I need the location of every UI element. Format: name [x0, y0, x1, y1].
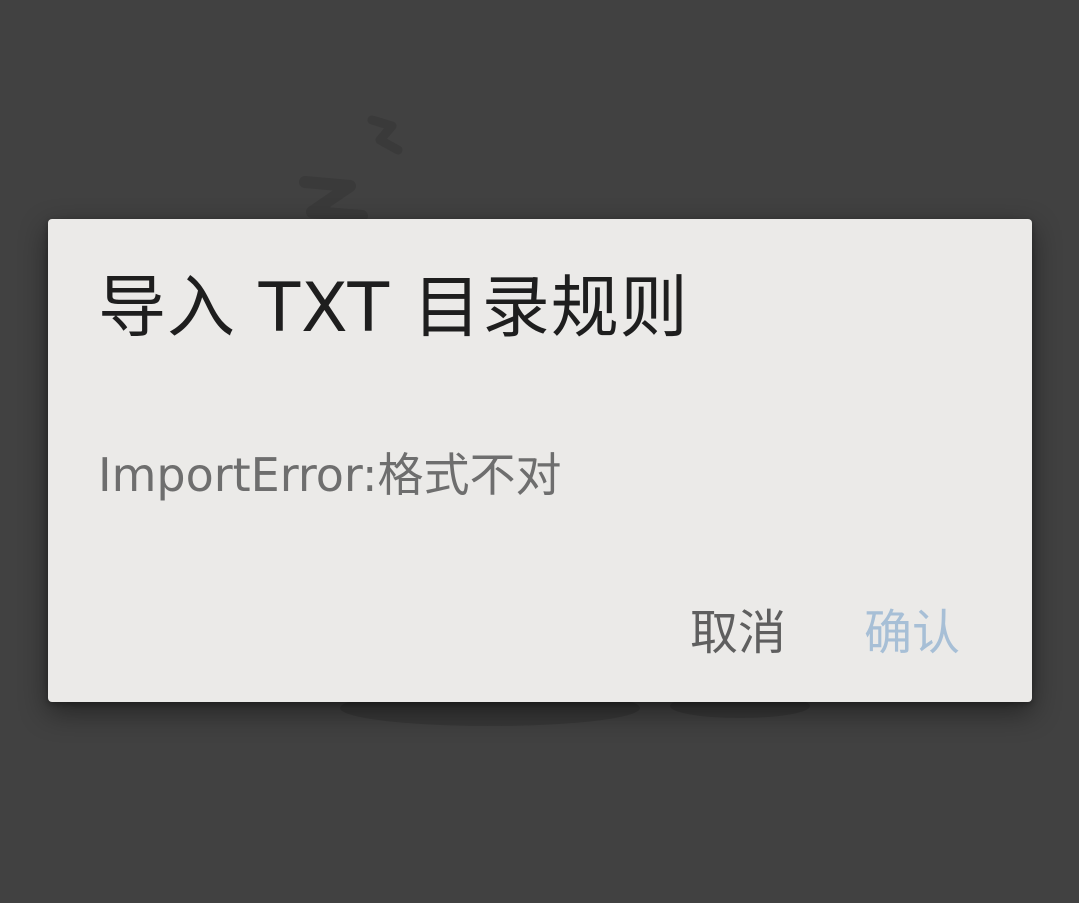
confirm-button[interactable]: 确认 — [864, 601, 960, 665]
cancel-button[interactable]: 取消 — [690, 601, 786, 665]
error-message: ImportError:格式不对 — [98, 448, 562, 502]
dialog-title: 导入 TXT 目录规则 — [98, 269, 689, 348]
dialog-actions: 取消 确认 — [690, 601, 960, 665]
import-error-dialog: 导入 TXT 目录规则 ImportError:格式不对 取消 确认 — [48, 219, 1032, 702]
